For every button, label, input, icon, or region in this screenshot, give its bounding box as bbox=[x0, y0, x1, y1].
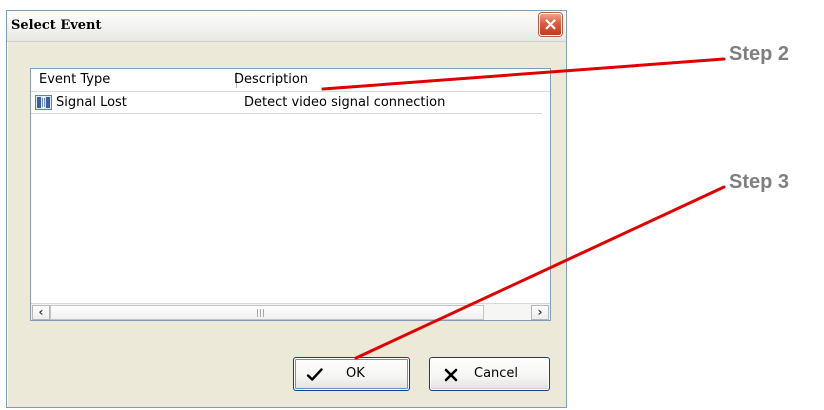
signal-lost-icon bbox=[35, 95, 52, 110]
horizontal-scrollbar[interactable]: ‹ › bbox=[31, 303, 550, 320]
scroll-left-button[interactable]: ‹ bbox=[32, 305, 50, 320]
dialog-title: Select Event bbox=[11, 18, 102, 33]
x-icon bbox=[444, 368, 458, 382]
close-icon: × bbox=[542, 14, 559, 35]
scroll-thumb[interactable] bbox=[50, 305, 484, 320]
ok-button-label: OK bbox=[346, 366, 365, 381]
thumb-grip bbox=[257, 309, 265, 317]
scroll-right-icon: › bbox=[537, 305, 543, 319]
title-bar[interactable]: Select Event × bbox=[7, 11, 566, 42]
event-type-cell: Signal Lost bbox=[56, 95, 127, 110]
list-header: Event Type Description bbox=[31, 69, 550, 92]
check-icon bbox=[306, 368, 323, 381]
event-list[interactable]: Event Type Description Signal Lost Detec… bbox=[30, 68, 551, 321]
description-cell: Detect video signal connection bbox=[244, 95, 446, 110]
column-header-event-type[interactable]: Event Type bbox=[39, 73, 237, 87]
column-header-description[interactable]: Description bbox=[234, 73, 534, 87]
table-row[interactable]: Signal Lost Detect video signal connecti… bbox=[31, 92, 542, 114]
ok-button[interactable]: OK bbox=[293, 357, 410, 391]
step-2-annotation: Step 2 bbox=[729, 43, 790, 65]
scroll-left-icon: ‹ bbox=[38, 305, 44, 319]
cancel-button[interactable]: Cancel bbox=[429, 357, 550, 391]
scroll-right-button[interactable]: › bbox=[531, 305, 549, 320]
select-event-dialog: Select Event × Event Type Description Si… bbox=[6, 10, 567, 408]
step-3-annotation: Step 3 bbox=[729, 171, 790, 193]
screenshot-page: Select Event × Event Type Description Si… bbox=[0, 0, 824, 410]
cancel-button-label: Cancel bbox=[474, 366, 519, 381]
close-button[interactable]: × bbox=[539, 13, 562, 36]
scroll-track[interactable] bbox=[50, 305, 531, 320]
